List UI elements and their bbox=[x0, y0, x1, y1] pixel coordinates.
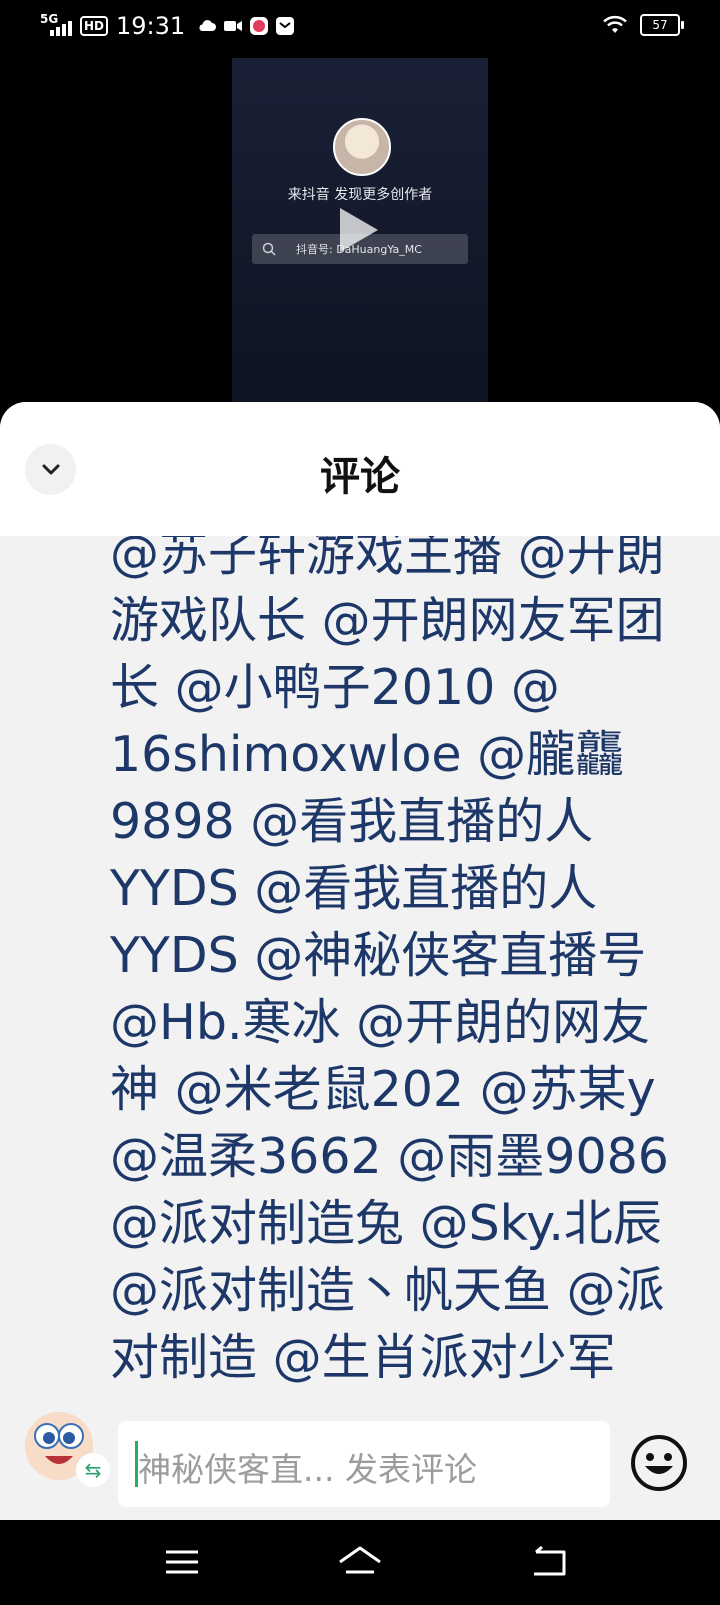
search-icon bbox=[262, 242, 276, 256]
comment-line: YYDS @神秘侠客直播号 bbox=[110, 927, 647, 984]
comments-sheet: 评论 @苏子轩游戏主播 @开朗 游戏队长 @开朗网友军团 长 @小鸭子2010 … bbox=[0, 402, 720, 1520]
clock: 19:31 bbox=[116, 12, 186, 40]
comment-line: @派对制造丶帆天鱼 @派 bbox=[110, 1262, 665, 1319]
battery-level: 57 bbox=[652, 18, 668, 32]
home-icon[interactable] bbox=[336, 1542, 384, 1582]
creator-avatar[interactable] bbox=[333, 118, 391, 176]
comment-line: @派对制造兔 @Sky.北辰 bbox=[110, 1195, 662, 1252]
comment-line: @Hb.寒冰 @开朗的网友 bbox=[110, 994, 651, 1051]
mail-icon bbox=[276, 17, 295, 35]
back-icon[interactable] bbox=[526, 1542, 574, 1582]
switch-identity-icon[interactable]: ⇆ bbox=[76, 1453, 110, 1487]
comment-line: 神 @米老鼠202 @苏某y bbox=[110, 1061, 656, 1118]
system-nav-bar bbox=[0, 1520, 720, 1605]
comment-line: @温柔3662 @雨墨9086 bbox=[110, 1128, 669, 1185]
video-camera-icon bbox=[224, 21, 243, 31]
cloud-icon bbox=[199, 20, 217, 31]
play-icon[interactable] bbox=[340, 208, 378, 252]
comment-input[interactable]: 神秘侠客直... 发表评论 bbox=[118, 1421, 610, 1507]
hd-badge: HD bbox=[80, 16, 109, 36]
wifi-icon bbox=[603, 15, 627, 33]
sheet-header: 评论 bbox=[0, 402, 720, 536]
comment-line: YYDS @看我直播的人 bbox=[110, 860, 598, 917]
comment-line: 游戏队长 @开朗网友军团 bbox=[110, 592, 665, 649]
menu-icon[interactable] bbox=[158, 1542, 206, 1582]
app-notification-icon bbox=[250, 17, 269, 35]
battery-icon: 57 bbox=[640, 14, 684, 36]
comment-input-bar: ⇆ 神秘侠客直... 发表评论 bbox=[0, 1400, 720, 1520]
sheet-title: 评论 bbox=[320, 454, 400, 500]
status-bar: 5G HD 19:31 57 bbox=[0, 0, 720, 56]
comment-line: 9898 @看我直播的人 bbox=[110, 793, 594, 850]
signal-icon: 5G bbox=[40, 12, 74, 40]
video-player[interactable]: 来抖音 发现更多创作者 抖音号: DaHuangYa_MC bbox=[232, 58, 488, 403]
comment-placeholder: 神秘侠客直... 发表评论 bbox=[138, 1450, 477, 1489]
emoji-icon[interactable] bbox=[630, 1434, 688, 1492]
comment-line: 长 @小鸭子2010 @ bbox=[110, 659, 560, 716]
comment-line: 16shimoxwloe @朧龘 bbox=[110, 726, 625, 783]
comment-line: 对制造 @生肖派对少军 bbox=[110, 1329, 616, 1386]
comment-text: @苏子轩游戏主播 @开朗 游戏队长 @开朗网友军团 长 @小鸭子2010 @ 1… bbox=[110, 520, 710, 1391]
douyin-promo-text: 来抖音 发现更多创作者 bbox=[287, 187, 433, 203]
